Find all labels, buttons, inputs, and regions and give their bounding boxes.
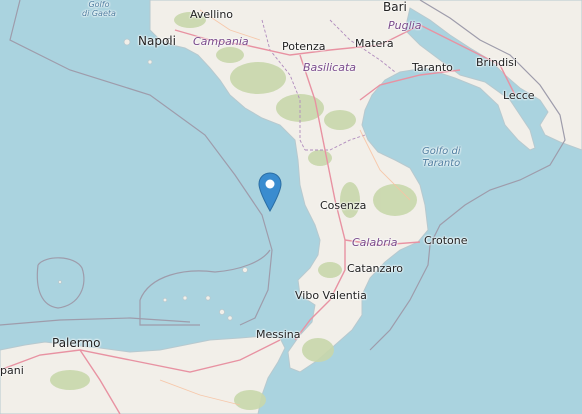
city-label-matera: Matera	[355, 37, 394, 50]
city-label-crotone: Crotone	[424, 234, 468, 247]
city-label-palermo: Palermo	[52, 336, 101, 350]
city-label-vibo-valentia: Vibo Valentia	[295, 289, 367, 302]
city-label-catanzaro: Catanzaro	[347, 262, 403, 275]
region-label-basilicata: Basilicata	[303, 61, 357, 74]
water-label-golfo-gaeta: Golfo di Gaeta	[82, 0, 116, 18]
map-pin-icon[interactable]	[258, 172, 282, 212]
city-label-bari: Bari	[383, 0, 407, 14]
region-label-campania: Campania	[193, 35, 249, 48]
city-label-brindisi: Brindisi	[476, 56, 517, 69]
map-view[interactable]: Golfo di Gaeta Golfo di Taranto Campania P…	[0, 0, 582, 414]
water-label-golfo-taranto: Golfo di Taranto	[422, 146, 461, 169]
city-label-cosenza: Cosenza	[320, 199, 367, 212]
city-label-lecce: Lecce	[503, 89, 535, 102]
city-label-messina: Messina	[256, 328, 301, 341]
city-label-potenza: Potenza	[282, 40, 326, 53]
city-label-napoli: Napoli	[138, 34, 176, 48]
region-label-calabria: Calabria	[352, 236, 398, 249]
city-label-taranto: Taranto	[412, 61, 453, 74]
city-label-trapani-partial: pani	[0, 364, 24, 377]
city-label-avellino: Avellino	[190, 8, 234, 21]
region-label-puglia: Puglia	[388, 19, 422, 32]
